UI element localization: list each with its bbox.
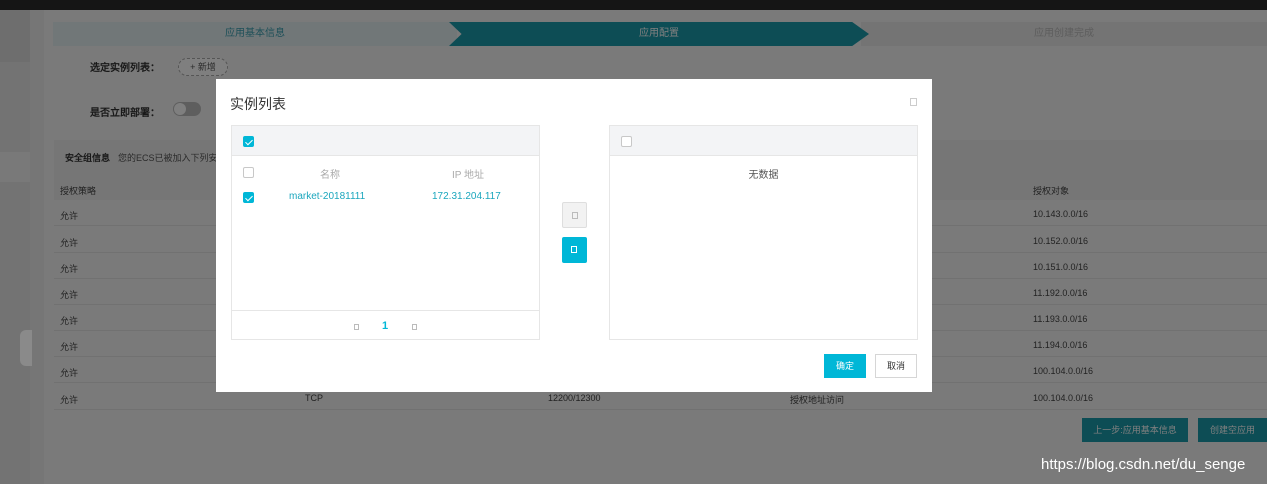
source-list-header (232, 126, 539, 156)
header-row-checkbox[interactable] (243, 167, 254, 178)
empty-state-text: 无数据 (748, 170, 779, 181)
source-list-panel: 名称 IP 地址 market-20181111 172.31.204.117 … (231, 125, 540, 340)
modal-title: 实例列表 (230, 96, 286, 112)
move-right-button[interactable] (562, 237, 587, 263)
select-all-checkbox[interactable] (243, 136, 254, 147)
instance-ip: 172.31.204.117 (432, 191, 501, 202)
confirm-button[interactable]: 确定 (824, 354, 866, 378)
next-page-icon[interactable] (412, 324, 417, 330)
cancel-button[interactable]: 取消 (875, 354, 917, 378)
target-select-all-checkbox[interactable] (621, 136, 632, 147)
side-scroll-handle[interactable] (20, 330, 32, 366)
page-number[interactable]: 1 (382, 320, 388, 332)
arrow-left-icon (572, 212, 578, 219)
instance-list-modal: 实例列表 名称 IP 地址 market-20181111 172.31.204… (216, 79, 932, 392)
prev-page-icon[interactable] (354, 324, 359, 330)
pagination: 1 (232, 310, 539, 341)
instance-name[interactable]: market-20181111 (289, 191, 365, 202)
target-list-panel: 无数据 (609, 125, 918, 340)
instance-row-checkbox[interactable] (243, 192, 254, 203)
close-icon[interactable] (910, 98, 917, 106)
arrow-right-icon (571, 246, 577, 253)
col-header-ip: IP 地址 (452, 170, 485, 181)
move-left-button[interactable] (562, 202, 587, 228)
watermark-text: https://blog.csdn.net/du_senge (1041, 456, 1246, 473)
target-list-header (610, 126, 917, 156)
col-header-name: 名称 (320, 170, 340, 181)
